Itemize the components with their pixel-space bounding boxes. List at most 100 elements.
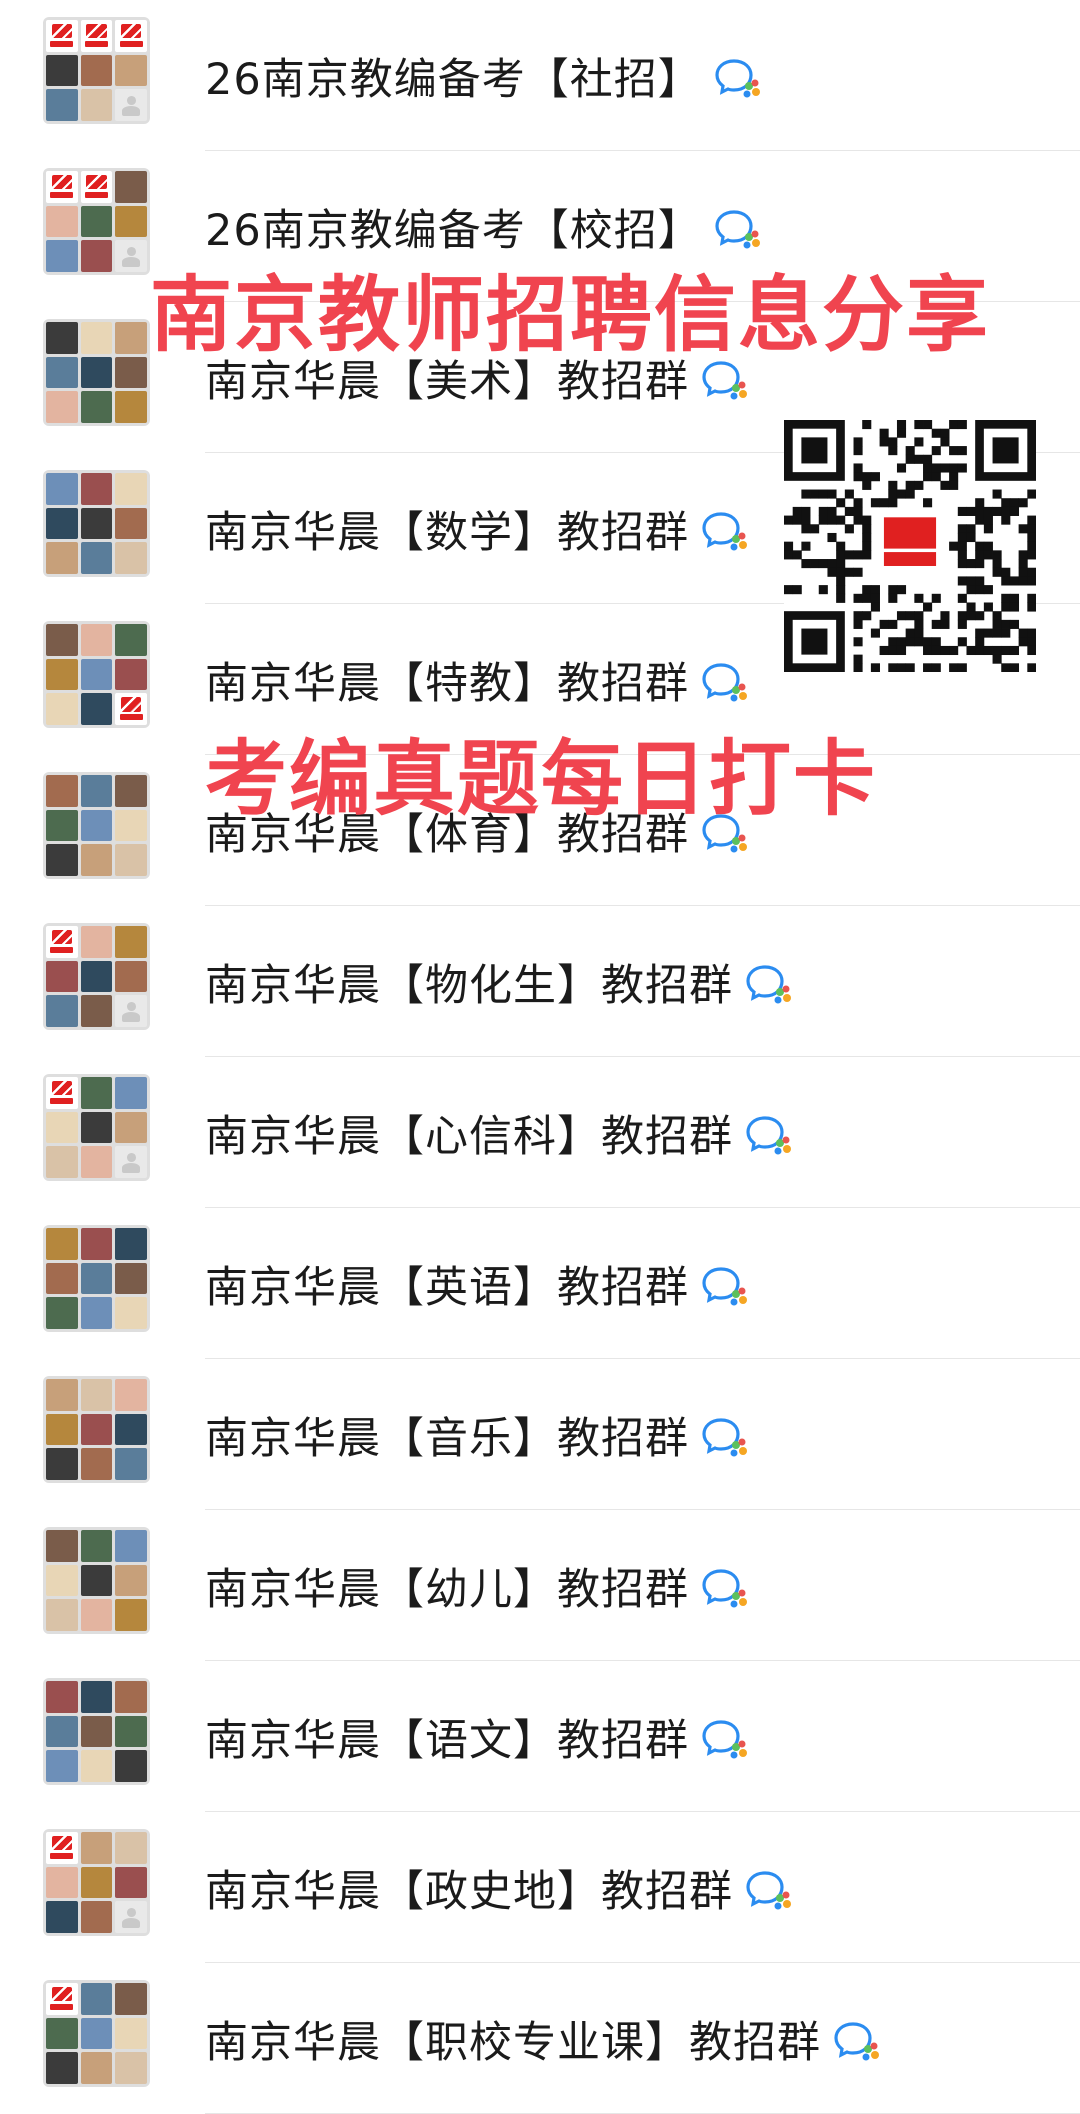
group-title: 26南京教编备考【社招】 xyxy=(205,54,702,105)
member-avatar xyxy=(115,54,147,87)
member-avatar xyxy=(46,960,78,993)
member-avatar xyxy=(80,205,113,238)
brand-logo-icon xyxy=(80,20,113,52)
member-avatar xyxy=(80,1983,113,2015)
member-avatar xyxy=(46,1228,78,1260)
group-chat-row[interactable]: 26南京教编备考【社招】 xyxy=(0,0,1080,151)
member-avatar xyxy=(46,1564,78,1597)
group-chat-row[interactable]: 南京华晨【音乐】教招群 xyxy=(0,1359,1080,1510)
member-avatar xyxy=(80,1866,113,1899)
group-chat-row[interactable]: 南京华晨【政史地】教招群 xyxy=(0,1812,1080,1963)
qr-code-icon[interactable] xyxy=(784,420,1037,673)
default-avatar-icon xyxy=(115,995,147,1027)
member-avatar xyxy=(115,809,147,842)
group-title-line: 南京华晨【政史地】教招群 xyxy=(205,1812,793,1963)
group-title: 南京华晨【心信科】教招群 xyxy=(205,1111,733,1162)
member-avatar xyxy=(80,1379,113,1411)
member-avatar xyxy=(46,1146,78,1178)
member-avatar xyxy=(80,960,113,993)
group-avatar xyxy=(43,1225,150,1332)
group-title: 南京华晨【音乐】教招群 xyxy=(205,1413,689,1464)
member-avatar xyxy=(80,89,113,121)
group-title-line: 南京华晨【心信科】教招群 xyxy=(205,1057,793,1208)
group-chat-row[interactable]: 南京华晨【心信科】教招群 xyxy=(0,1057,1080,1208)
member-avatar xyxy=(46,507,78,540)
group-chat-row[interactable]: 南京华晨【语文】教招群 xyxy=(0,1661,1080,1812)
member-avatar xyxy=(46,1530,78,1562)
member-avatar xyxy=(80,926,113,958)
group-title-line: 南京华晨【英语】教招群 xyxy=(205,1208,749,1359)
member-avatar xyxy=(46,624,78,656)
member-avatar xyxy=(115,171,147,203)
member-avatar xyxy=(115,1077,147,1109)
member-avatar xyxy=(115,1228,147,1260)
brand-logo-icon xyxy=(46,1983,78,2015)
member-avatar xyxy=(80,693,113,725)
ad-headline: 南京教师招聘信息分享 xyxy=(150,268,991,363)
group-title-line: 南京华晨【幼儿】教招群 xyxy=(205,1510,749,1661)
member-avatar xyxy=(80,1530,113,1562)
member-avatar xyxy=(115,1530,147,1562)
ad-subline: 考编真题每日打卡 xyxy=(205,732,878,827)
wecom-icon xyxy=(701,1568,749,1608)
group-avatar xyxy=(43,1829,150,1936)
member-avatar xyxy=(115,775,147,807)
group-avatar xyxy=(43,168,150,275)
member-avatar xyxy=(46,1599,78,1631)
group-chat-row[interactable]: 南京华晨【幼儿】教招群 xyxy=(0,1510,1080,1661)
member-avatar xyxy=(115,1413,147,1446)
member-avatar xyxy=(80,391,113,423)
member-avatar xyxy=(46,844,78,876)
default-avatar-icon xyxy=(115,1901,147,1933)
member-avatar xyxy=(115,926,147,958)
member-avatar xyxy=(80,1750,113,1782)
brand-logo-icon xyxy=(46,171,78,203)
member-avatar xyxy=(80,1297,113,1329)
member-avatar xyxy=(115,1983,147,2015)
member-avatar xyxy=(46,1413,78,1446)
member-avatar xyxy=(115,1599,147,1631)
member-avatar xyxy=(80,844,113,876)
member-avatar xyxy=(46,995,78,1027)
group-title-line: 南京华晨【职校专业课】教招群 xyxy=(205,1963,881,2114)
member-avatar xyxy=(46,693,78,725)
group-avatar xyxy=(43,470,150,577)
group-title-line: 南京华晨【数学】教招群 xyxy=(205,453,749,604)
member-avatar xyxy=(46,473,78,505)
member-avatar xyxy=(115,1832,147,1864)
group-chat-row[interactable]: 南京华晨【英语】教招群 xyxy=(0,1208,1080,1359)
member-avatar xyxy=(115,322,147,354)
member-avatar xyxy=(80,1448,113,1480)
member-avatar xyxy=(46,775,78,807)
group-avatar xyxy=(43,621,150,728)
member-avatar xyxy=(46,391,78,423)
member-avatar xyxy=(46,2017,78,2050)
member-avatar xyxy=(46,809,78,842)
group-title: 南京华晨【数学】教招群 xyxy=(205,507,689,558)
group-title-line: 南京华晨【音乐】教招群 xyxy=(205,1359,749,1510)
member-avatar xyxy=(115,844,147,876)
group-chat-row[interactable]: 南京华晨【职校专业课】教招群 xyxy=(0,1963,1080,2114)
default-avatar-icon xyxy=(115,89,147,121)
member-avatar xyxy=(80,775,113,807)
wecom-icon xyxy=(701,1417,749,1457)
brand-logo-icon xyxy=(46,1077,78,1109)
wecom-icon xyxy=(745,1115,793,1155)
member-avatar xyxy=(115,1448,147,1480)
member-avatar xyxy=(115,1866,147,1899)
member-avatar xyxy=(80,2052,113,2084)
group-title: 南京华晨【政史地】教招群 xyxy=(205,1866,733,1917)
member-avatar xyxy=(80,240,113,272)
member-avatar xyxy=(80,1832,113,1864)
group-avatar xyxy=(43,923,150,1030)
member-avatar xyxy=(115,624,147,656)
brand-logo-icon xyxy=(46,926,78,958)
group-avatar xyxy=(43,17,150,124)
group-title: 南京华晨【特教】教招群 xyxy=(205,658,689,709)
member-avatar xyxy=(115,356,147,389)
group-title: 南京华晨【语文】教招群 xyxy=(205,1715,689,1766)
group-chat-row[interactable]: 南京华晨【物化生】教招群 xyxy=(0,906,1080,1057)
wecom-icon xyxy=(745,964,793,1004)
member-avatar xyxy=(46,205,78,238)
member-avatar xyxy=(80,809,113,842)
